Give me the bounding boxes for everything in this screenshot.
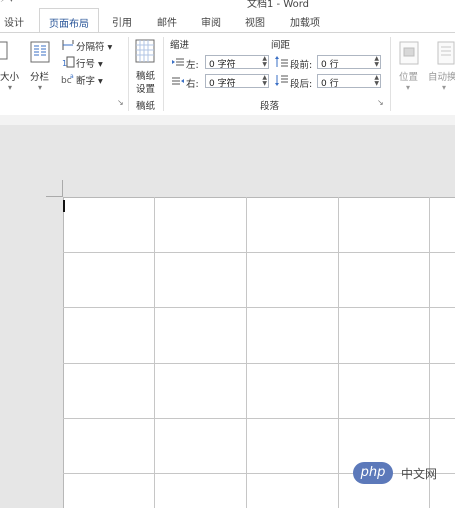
svg-text:1: 1 — [62, 59, 67, 68]
indent-header: 缩进 — [170, 40, 190, 51]
tab-mailings[interactable]: 邮件 — [157, 14, 177, 29]
wrap-text-button[interactable]: 自动换 — [428, 69, 455, 83]
columns-button[interactable]: 分栏 — [30, 69, 49, 83]
indent-left-value: 0 字符 — [209, 60, 236, 70]
tab-page-layout[interactable]: 页面布局 — [39, 8, 99, 33]
page-setup-launcher-icon[interactable]: ↘ — [117, 98, 124, 107]
text-cursor — [63, 200, 65, 212]
document-page[interactable] — [63, 197, 455, 508]
indent-left-field[interactable]: 0 字符 ▲ ▼ — [205, 55, 269, 70]
spacing-after-value: 0 行 — [321, 79, 339, 89]
hyphenation-button[interactable]: 断字 ▾ — [76, 73, 103, 87]
tab-review[interactable]: 审阅 — [201, 14, 221, 29]
orientation-icon[interactable] — [0, 41, 10, 61]
line-numbers-icon: 1 — [62, 56, 75, 68]
spacing-after-field[interactable]: 0 行 ▲ ▼ — [317, 74, 381, 89]
watermark-site-text: 中文网 — [401, 467, 438, 481]
tab-design[interactable]: 设计 — [4, 14, 24, 29]
position-button[interactable]: 位置 — [399, 69, 418, 83]
ribbon-shadow — [0, 115, 455, 125]
group-separator — [128, 37, 129, 111]
line-numbers-button[interactable]: 行号 ▾ — [76, 56, 103, 70]
indent-right-label: 右: — [186, 79, 199, 90]
quick-access-toolbar[interactable]: ⚡ ▾ — [0, 0, 14, 5]
wrap-text-icon[interactable] — [437, 41, 455, 65]
size-dropdown-arrow[interactable]: ▾ — [8, 83, 12, 92]
crop-mark — [46, 196, 63, 197]
wrap-text-dropdown-arrow[interactable]: ▾ — [442, 83, 446, 92]
tab-references[interactable]: 引用 — [112, 14, 132, 29]
group-separator — [163, 37, 164, 111]
manuscript-label-line2[interactable]: 设置 — [136, 81, 155, 95]
indent-right-icon — [172, 77, 184, 85]
hyphenation-icon: bca — [61, 73, 74, 85]
indent-right-value: 0 字符 — [209, 79, 236, 89]
columns-icon[interactable] — [30, 41, 50, 63]
indent-left-icon — [172, 58, 184, 66]
paragraph-launcher-icon[interactable]: ↘ — [377, 98, 384, 107]
spacing-after-label: 段后: — [290, 79, 313, 90]
manuscript-icon[interactable] — [135, 39, 155, 63]
svg-text:a: a — [70, 73, 74, 80]
crop-mark — [62, 180, 63, 197]
ribbon: 大小 ▾ 分栏 ▾ 分隔符 ▾ 1 行号 ▾ bc a 断字 ▾ ↘ 稿纸 设置 … — [0, 32, 455, 116]
ribbon-tabs: 设计 页面布局 引用 邮件 审阅 视图 加载项 — [0, 8, 455, 33]
group-separator — [390, 37, 391, 111]
spacing-after-spinner[interactable]: ▲ ▼ — [374, 75, 379, 87]
spacing-before-spinner[interactable]: ▲ ▼ — [374, 56, 379, 68]
indent-right-field[interactable]: 0 字符 ▲ ▼ — [205, 74, 269, 89]
position-icon[interactable] — [399, 41, 419, 65]
columns-dropdown-arrow[interactable]: ▾ — [38, 83, 42, 92]
paragraph-group-label: 段落 — [260, 101, 280, 112]
php-watermark: php 中文网 — [353, 462, 437, 484]
breaks-button[interactable]: 分隔符 ▾ — [76, 39, 112, 53]
size-button[interactable]: 大小 — [0, 69, 19, 83]
indent-left-label: 左: — [186, 60, 199, 71]
tab-addins[interactable]: 加载项 — [290, 14, 320, 29]
tab-view[interactable]: 视图 — [245, 14, 265, 29]
indent-left-spinner[interactable]: ▲ ▼ — [262, 56, 267, 68]
spacing-before-label: 段前: — [290, 60, 313, 71]
breaks-icon — [62, 40, 74, 50]
manuscript-grid — [63, 197, 455, 508]
manuscript-group-label: 稿纸 — [136, 101, 156, 112]
spacing-before-icon — [275, 56, 288, 67]
php-logo: php — [353, 462, 393, 484]
position-dropdown-arrow[interactable]: ▾ — [406, 83, 410, 92]
spacing-before-value: 0 行 — [321, 60, 339, 70]
window-title: 文档1 - Word — [247, 0, 310, 8]
spacing-after-icon — [275, 75, 288, 86]
spacing-header: 间距 — [271, 40, 291, 51]
spacing-before-field[interactable]: 0 行 ▲ ▼ — [317, 55, 381, 70]
indent-right-spinner[interactable]: ▲ ▼ — [262, 75, 267, 87]
manuscript-label-line1[interactable]: 稿纸 — [136, 68, 155, 82]
title-bar: ⚡ ▾ 文档1 - Word — [0, 0, 455, 8]
